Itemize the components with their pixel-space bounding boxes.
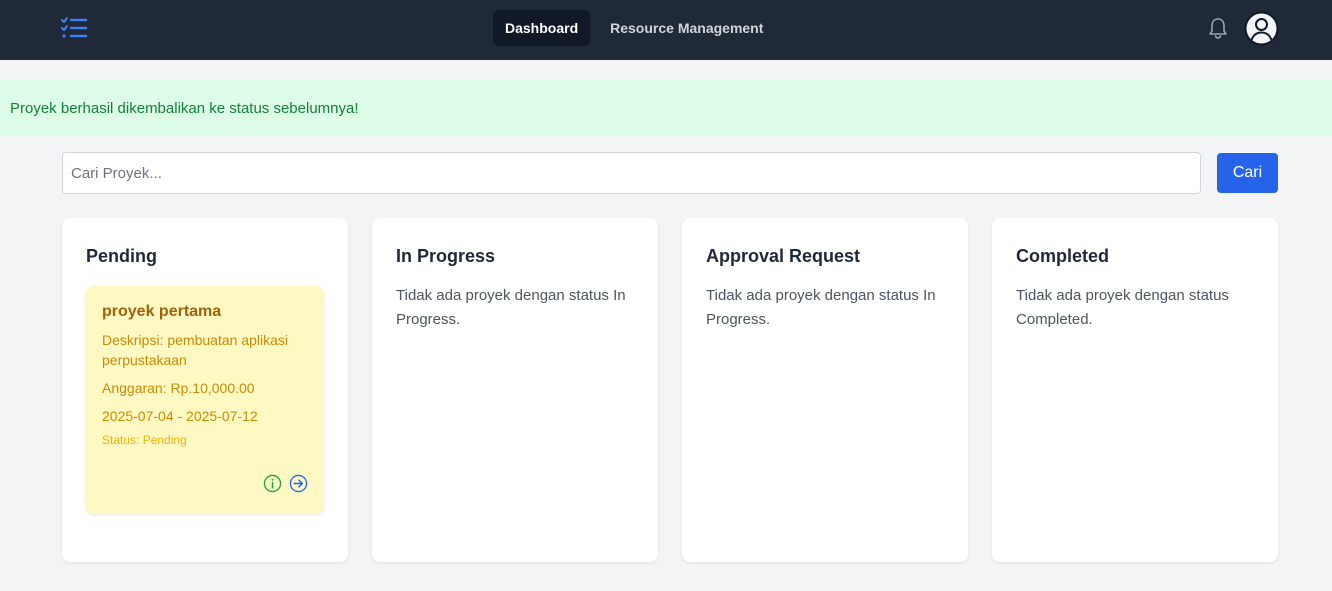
success-alert: Proyek berhasil dikembalikan ke status s… [0,80,1332,136]
column-completed: Completed Tidak ada proyek dengan status… [992,218,1278,562]
column-approval-request: Approval Request Tidak ada proyek dengan… [682,218,968,562]
alert-message: Proyek berhasil dikembalikan ke status s… [10,99,359,117]
search-button[interactable]: Cari [1217,153,1278,193]
info-icon[interactable] [263,474,282,493]
nav-dashboard[interactable]: Dashboard [493,10,591,46]
empty-message: Tidak ada proyek dengan status In Progre… [396,287,626,328]
nav-resource-management[interactable]: Resource Management [598,10,775,46]
top-navbar: Dashboard Resource Management [0,0,1332,60]
main-nav: Dashboard Resource Management [493,10,775,46]
card-actions [263,474,308,493]
empty-message: Tidak ada proyek dengan status In Progre… [706,287,936,328]
column-title: In Progress [396,246,496,266]
column-title: Pending [86,246,157,266]
project-status: Status: Pending [102,433,187,447]
column-pending: Pending proyek pertama Deskripsi: pembua… [62,218,348,562]
project-dates: 2025-07-04 - 2025-07-12 [102,408,258,424]
empty-message: Tidak ada proyek dengan status Completed… [1016,287,1229,328]
checklist-icon[interactable] [61,17,87,39]
column-title: Approval Request [706,246,861,266]
search-input[interactable] [62,152,1201,194]
project-card[interactable]: proyek pertama Deskripsi: pembuatan apli… [86,286,324,514]
bell-icon[interactable] [1207,16,1229,40]
project-name: proyek pertama [102,303,222,320]
column-title: Completed [1016,246,1110,266]
project-description: Deskripsi: pembuatan aplikasi perpustaka… [102,332,288,368]
project-budget: Anggaran: Rp.10,000.00 [102,380,255,396]
user-circle-icon[interactable] [1244,11,1279,46]
column-in-progress: In Progress Tidak ada proyek dengan stat… [372,218,658,562]
arrow-right-circle-icon[interactable] [289,474,308,493]
